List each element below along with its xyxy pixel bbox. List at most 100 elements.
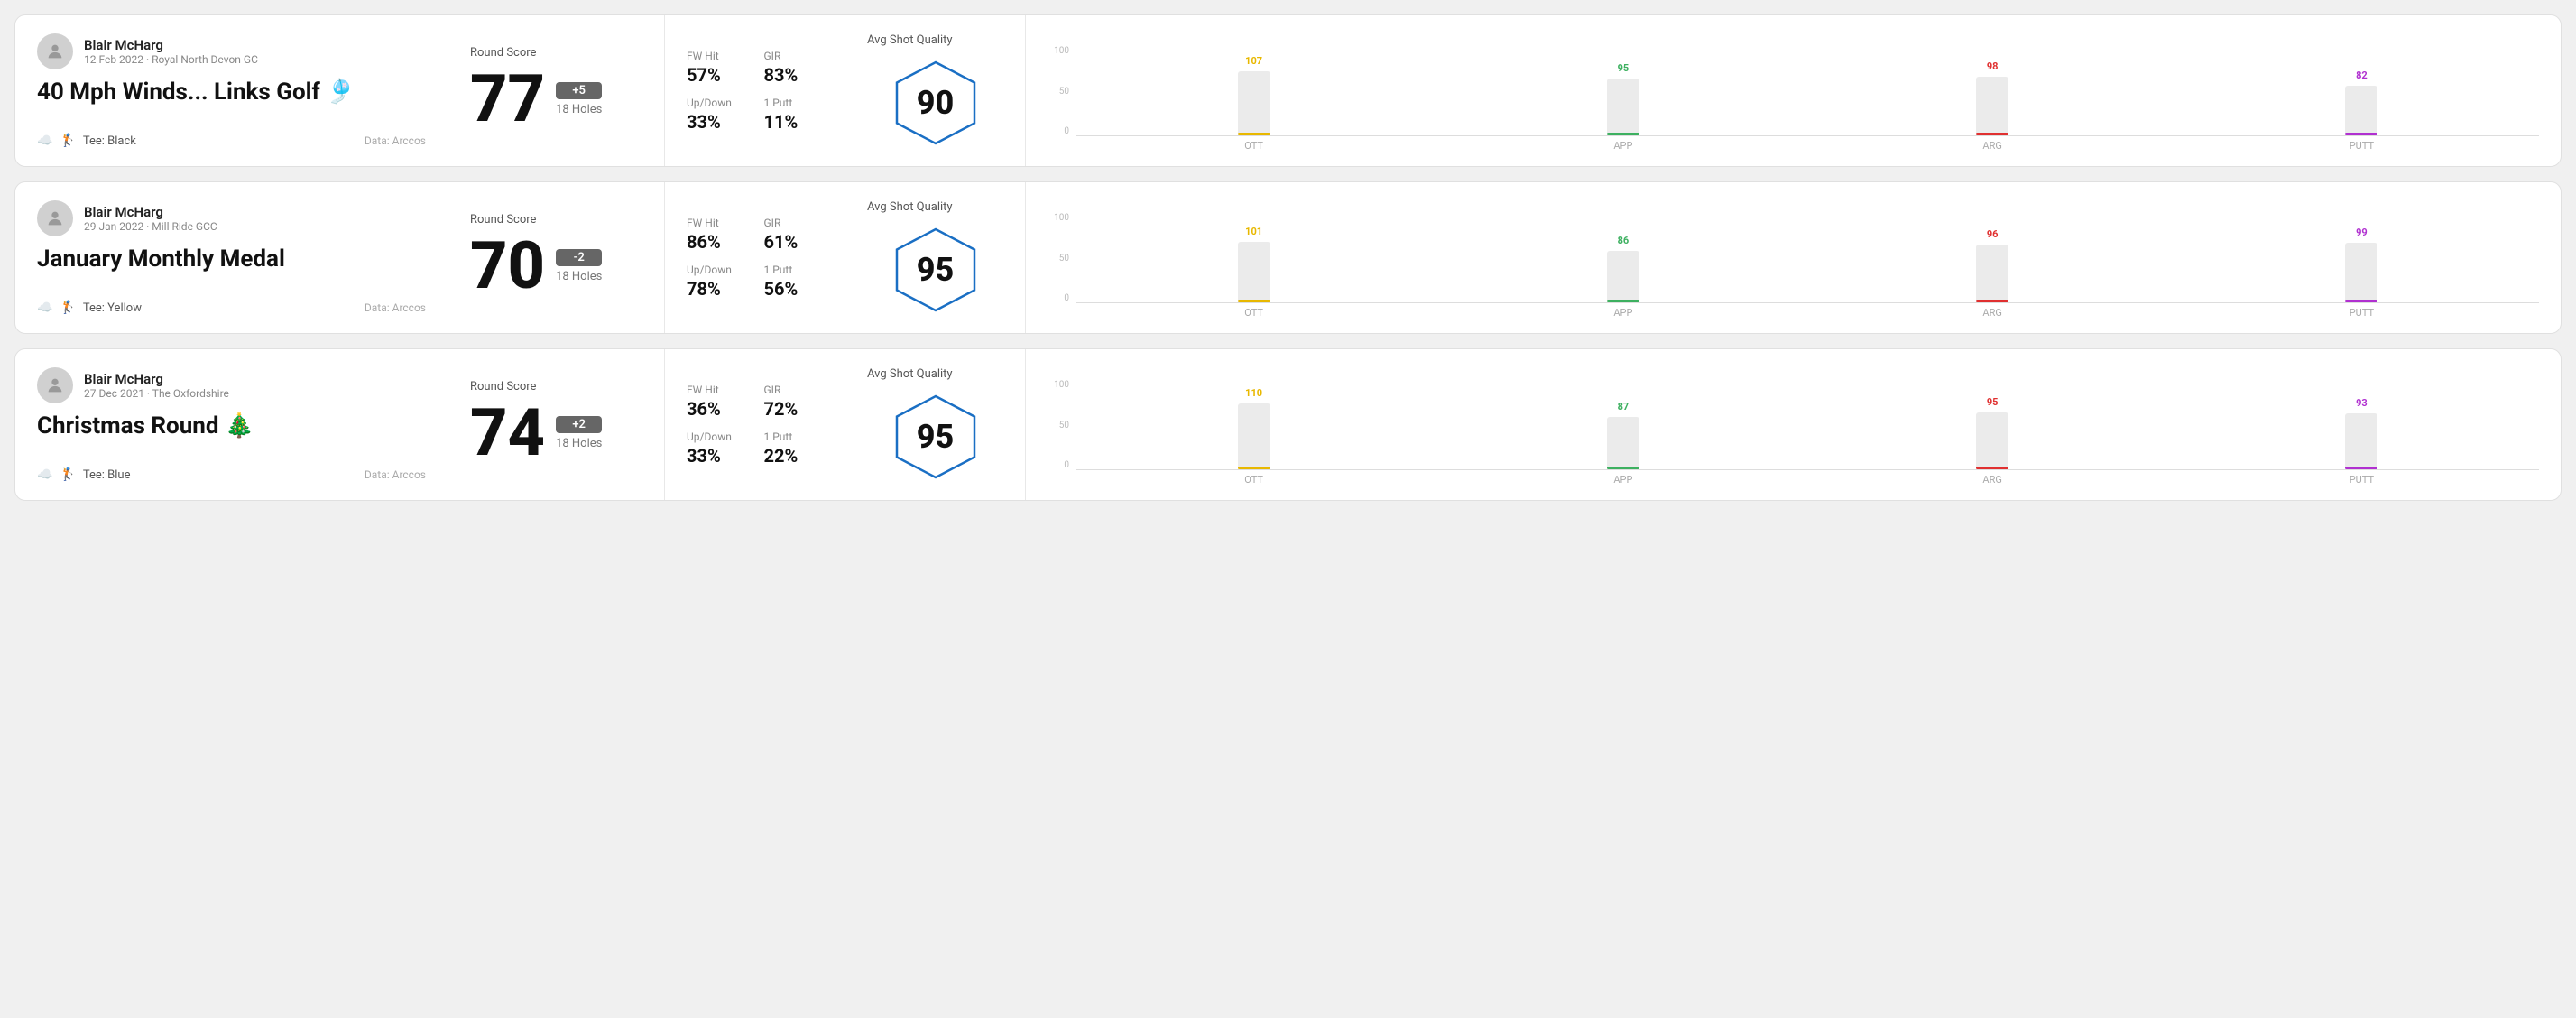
tee-label: Tee: Blue [83, 468, 131, 482]
bar-background [1976, 412, 2008, 469]
score-diff-badge: +5 [556, 82, 602, 99]
y-tick-50: 50 [1059, 254, 1069, 264]
bar-indicator [2345, 467, 2377, 469]
player-info: Blair McHarg 29 Jan 2022 · Mill Ride GCC [37, 200, 426, 236]
one-putt-stat: 1 Putt 22% [764, 430, 824, 467]
chart-area: 100 50 0 101 86 96 [1048, 213, 2539, 319]
chart-inner: 107 95 98 82 [1076, 46, 2539, 136]
gir-label: GIR [764, 217, 824, 229]
tee-label: Tee: Black [83, 134, 136, 148]
avg-quality-label: Avg Shot Quality [867, 367, 953, 381]
player-info: Blair McHarg 27 Dec 2021 · The Oxfordshi… [37, 367, 426, 403]
bar-value-label: 86 [1618, 235, 1630, 246]
card-score-section: Round Score 70 -2 18 Holes [448, 182, 665, 333]
player-date: 27 Dec 2021 · The Oxfordshire [84, 387, 229, 400]
up-down-value: 78% [687, 278, 746, 300]
bar-value-label: 101 [1245, 226, 1262, 237]
chart-x-labels: OTT APP ARG PUTT [1076, 474, 2539, 486]
chart-x-label: APP [1445, 140, 1800, 152]
chart-area: 100 50 0 107 95 98 [1048, 46, 2539, 152]
bar-column: 96 [1815, 245, 2170, 302]
tee-info: ☁️ 🏌 Tee: Black [37, 134, 136, 148]
avg-quality-label: Avg Shot Quality [867, 33, 953, 47]
avatar [37, 33, 73, 69]
y-tick-100: 100 [1054, 46, 1069, 56]
chart-y-axis: 100 50 0 [1048, 380, 1073, 470]
round-score-label: Round Score [470, 380, 642, 393]
fw-hit-stat: FW Hit 57% [687, 50, 746, 86]
gir-stat: GIR 83% [764, 50, 824, 86]
bar-indicator [1238, 300, 1270, 302]
chart-x-label: PUTT [2184, 474, 2539, 486]
up-down-stat: Up/Down 78% [687, 264, 746, 300]
score-row: 77 +5 18 Holes [470, 67, 642, 132]
gir-stat: GIR 61% [764, 217, 824, 253]
bar-indicator [2345, 300, 2377, 302]
chart-y-axis: 100 50 0 [1048, 46, 1073, 136]
bar-value-label: 110 [1245, 387, 1262, 399]
card-player-section: Blair McHarg 12 Feb 2022 · Royal North D… [15, 15, 448, 166]
bar-indicator [1976, 467, 2008, 469]
card-footer: ☁️ 🏌 Tee: Black Data: Arccos [37, 134, 426, 148]
bar-background [1238, 242, 1270, 302]
bar-value-label: 87 [1618, 401, 1630, 412]
card-chart-section: 100 50 0 107 95 98 [1026, 15, 2561, 166]
bar-column: 99 [2184, 243, 2539, 302]
player-date: 12 Feb 2022 · Royal North Devon GC [84, 53, 258, 66]
hexagon-container: 95 [891, 392, 981, 482]
holes-label: 18 Holes [556, 437, 602, 450]
score-row: 74 +2 18 Holes [470, 401, 642, 466]
avatar [37, 367, 73, 403]
gir-value: 83% [764, 64, 824, 86]
quality-score: 95 [917, 418, 955, 456]
y-tick-0: 0 [1064, 126, 1069, 136]
y-tick-0: 0 [1064, 293, 1069, 303]
card-footer: ☁️ 🏌 Tee: Yellow Data: Arccos [37, 301, 426, 315]
card-quality-section: Avg Shot Quality 95 [845, 349, 1026, 500]
bar-background [1607, 251, 1639, 302]
bar-background [2345, 413, 2377, 469]
up-down-label: Up/Down [687, 97, 746, 109]
player-name: Blair McHarg [84, 204, 217, 220]
data-source: Data: Arccos [365, 468, 426, 481]
weather-icon: ☁️ [37, 467, 52, 482]
one-putt-label: 1 Putt [764, 430, 824, 443]
round-title: January Monthly Medal [37, 245, 426, 273]
chart-y-axis: 100 50 0 [1048, 213, 1073, 303]
quality-score: 95 [917, 251, 955, 289]
card-stats-section: FW Hit 57% GIR 83% Up/Down 33% 1 Putt 11… [665, 15, 845, 166]
bar-value-label: 95 [1618, 62, 1630, 74]
bar-value-label: 96 [1987, 228, 1999, 240]
round-card-1: Blair McHarg 29 Jan 2022 · Mill Ride GCC… [14, 181, 2562, 334]
score-badge-col: -2 18 Holes [556, 249, 602, 283]
bar-background [1976, 245, 2008, 302]
bar-value-label: 107 [1245, 55, 1262, 67]
weather-icon: ☁️ [37, 301, 52, 315]
fw-hit-stat: FW Hit 86% [687, 217, 746, 253]
card-quality-section: Avg Shot Quality 90 [845, 15, 1026, 166]
chart-x-label: ARG [1815, 140, 2170, 152]
round-card-0: Blair McHarg 12 Feb 2022 · Royal North D… [14, 14, 2562, 167]
bar-indicator [1607, 300, 1639, 302]
up-down-stat: Up/Down 33% [687, 430, 746, 467]
bar-column: 82 [2184, 86, 2539, 135]
card-player-section: Blair McHarg 29 Jan 2022 · Mill Ride GCC… [15, 182, 448, 333]
bar-column: 93 [2184, 413, 2539, 469]
tee-info: ☁️ 🏌 Tee: Blue [37, 467, 130, 482]
fw-hit-label: FW Hit [687, 384, 746, 396]
fw-hit-value: 57% [687, 64, 746, 86]
stats-grid: FW Hit 86% GIR 61% Up/Down 78% 1 Putt 56… [687, 217, 823, 300]
gir-label: GIR [764, 384, 824, 396]
y-tick-100: 100 [1054, 380, 1069, 390]
weather-icon: ☁️ [37, 134, 52, 148]
data-source: Data: Arccos [365, 134, 426, 147]
score-badge-col: +5 18 Holes [556, 82, 602, 116]
bar-value-label: 82 [2356, 69, 2368, 81]
chart-inner: 110 87 95 93 [1076, 380, 2539, 470]
one-putt-label: 1 Putt [764, 264, 824, 276]
chart-area: 100 50 0 110 87 95 [1048, 380, 2539, 486]
round-title: 40 Mph Winds... Links Golf 🎐 [37, 79, 426, 106]
bar-column: 98 [1815, 77, 2170, 135]
bag-icon: 🏌 [60, 467, 75, 482]
bar-background [2345, 86, 2377, 135]
